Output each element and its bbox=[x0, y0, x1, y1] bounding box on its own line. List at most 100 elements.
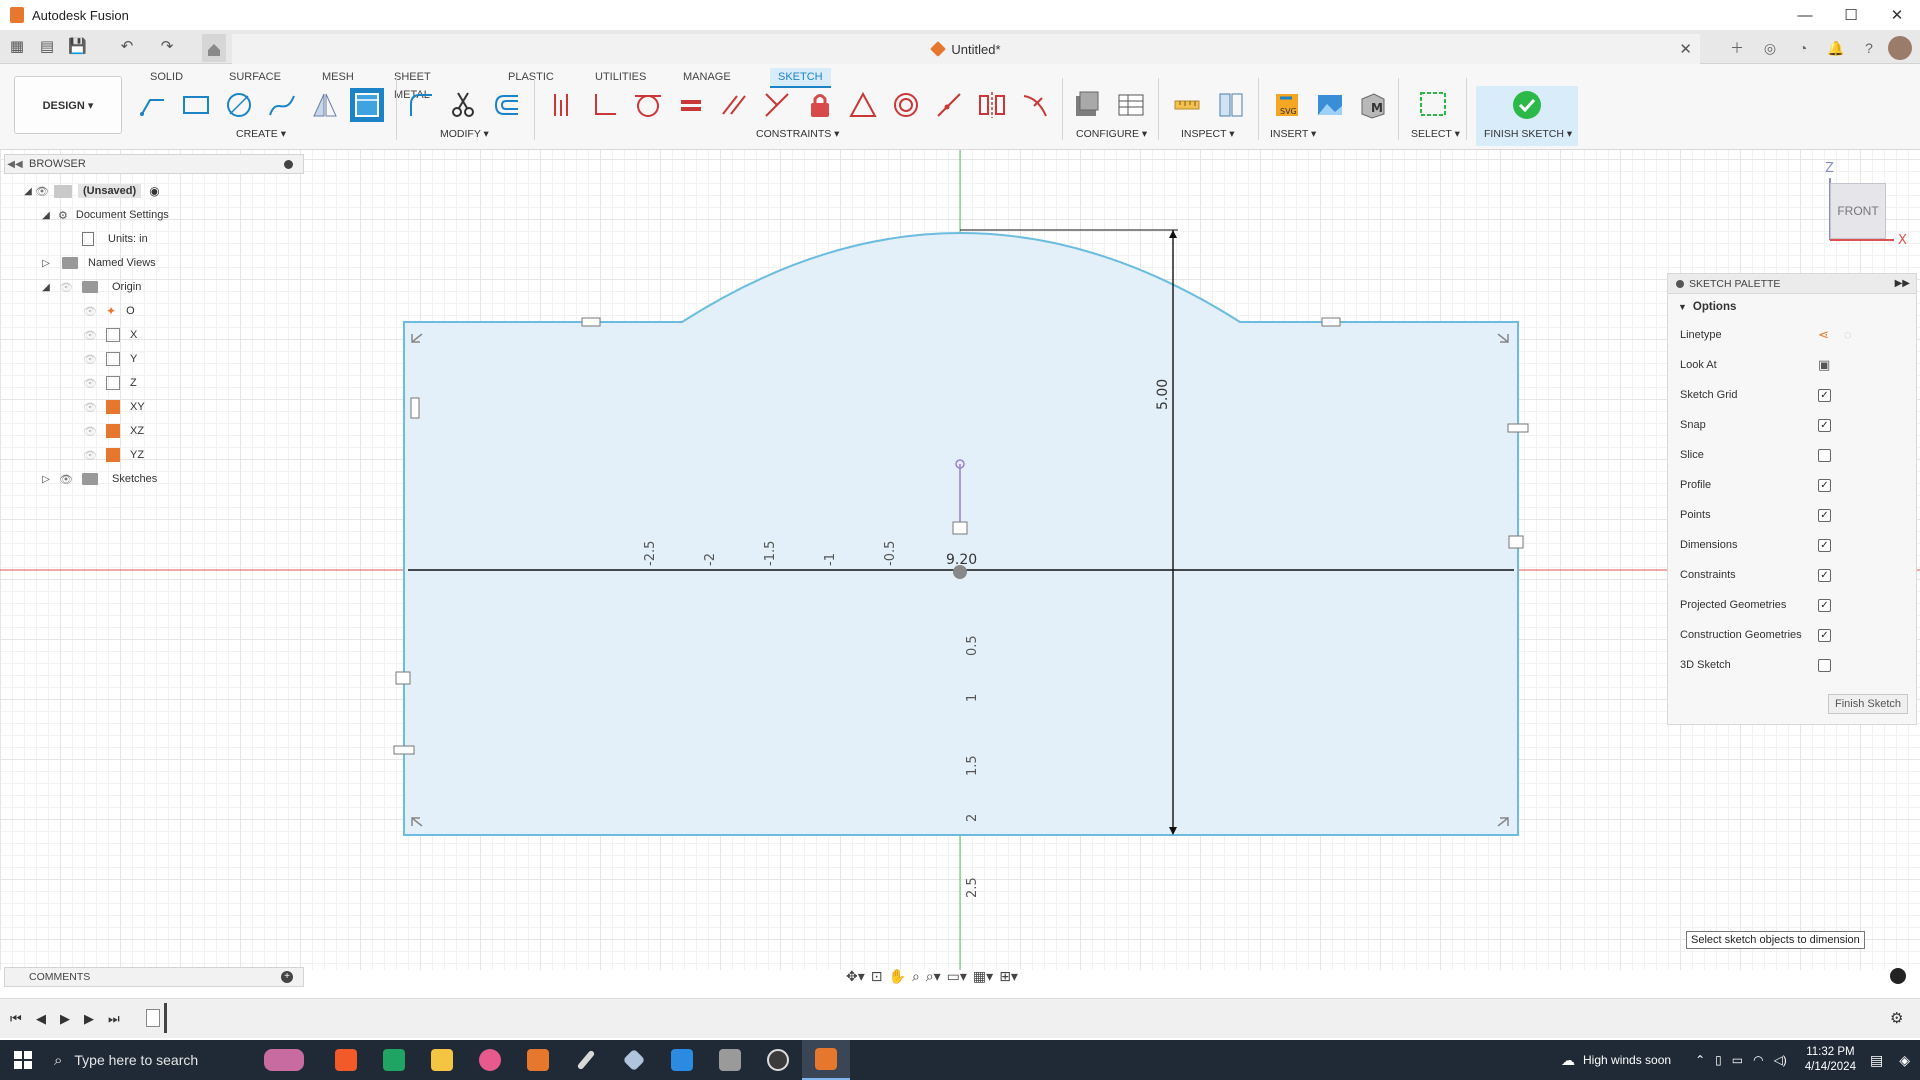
paint-app-icon[interactable] bbox=[466, 1040, 514, 1080]
browser-header[interactable]: ◀◀ BROWSER bbox=[4, 154, 304, 174]
insert-canvas-icon[interactable] bbox=[1313, 88, 1347, 122]
redo-icon[interactable]: ↷ bbox=[158, 38, 176, 56]
palette-row-snap[interactable]: Snap ✓ bbox=[1668, 410, 1916, 440]
taskbar-widget-icon[interactable] bbox=[246, 1040, 322, 1080]
tree-item-z-axis[interactable]: 👁 Z bbox=[82, 372, 137, 394]
pan-icon[interactable]: ✋ bbox=[889, 966, 906, 986]
configure-menu[interactable]: CONFIGURE ▾ bbox=[1076, 128, 1147, 140]
tab-surface[interactable]: SURFACE bbox=[229, 68, 281, 88]
zoom-icon[interactable]: ⌕ bbox=[912, 966, 920, 986]
activate-radio-icon[interactable]: ◉ bbox=[149, 184, 159, 198]
configuration-table-icon[interactable] bbox=[1114, 88, 1148, 122]
spline-tool-icon[interactable] bbox=[265, 88, 299, 122]
selection-box-icon[interactable] bbox=[1416, 88, 1450, 122]
palette-row-projected-geometries[interactable]: Projected Geometries ✓ bbox=[1668, 590, 1916, 620]
windows-start-icon[interactable] bbox=[0, 1040, 46, 1080]
tray-overflow-icon[interactable]: ⌃ bbox=[1695, 1053, 1705, 1067]
fusion-app-icon[interactable] bbox=[514, 1040, 562, 1080]
palette-row-sketch-grid[interactable]: Sketch Grid ✓ bbox=[1668, 380, 1916, 410]
collinear-constraint-icon[interactable] bbox=[932, 88, 966, 122]
fillet-tool-icon[interactable] bbox=[404, 88, 438, 122]
tree-item-origin-point[interactable]: 👁 ✦ O bbox=[82, 300, 135, 322]
tangent-constraint-icon[interactable] bbox=[631, 88, 665, 122]
origin-point[interactable] bbox=[953, 565, 967, 579]
parameters-tool-icon[interactable] bbox=[1070, 88, 1104, 122]
taskbar-search[interactable]: ⌕ Type here to search bbox=[46, 1040, 246, 1080]
mirror-tool-icon[interactable] bbox=[308, 88, 342, 122]
horizontal-constraint-glyph[interactable] bbox=[1507, 423, 1529, 433]
timeline-marker[interactable] bbox=[164, 1003, 167, 1033]
save-icon[interactable]: 💾 bbox=[68, 38, 87, 56]
parallel-constraint-icon[interactable] bbox=[717, 88, 751, 122]
points-checkbox[interactable]: ✓ bbox=[1818, 509, 1831, 522]
symmetry-constraint-icon[interactable] bbox=[975, 88, 1009, 122]
usb-icon[interactable]: ▯ bbox=[1715, 1053, 1722, 1067]
hidden-eye-icon[interactable]: 👁 bbox=[82, 353, 98, 366]
palette-pin-icon[interactable] bbox=[1676, 279, 1684, 288]
constraint-glyph[interactable] bbox=[395, 671, 411, 685]
3d-sketch-checkbox[interactable] bbox=[1818, 659, 1831, 672]
trim-tool-icon[interactable] bbox=[446, 88, 480, 122]
visibility-eye-icon[interactable]: 👁 bbox=[34, 185, 50, 198]
minimize-button[interactable]: — bbox=[1782, 0, 1828, 30]
apps-grid-icon[interactable]: ▦ bbox=[8, 38, 26, 56]
tab-sheet-metal[interactable]: SHEET METAL bbox=[394, 68, 430, 101]
fit-icon[interactable]: ⌕▾ bbox=[926, 966, 941, 986]
hidden-eye-icon[interactable]: 👁 bbox=[82, 401, 98, 414]
construction-geometries-checkbox[interactable]: ✓ bbox=[1818, 629, 1831, 642]
notifications-icon[interactable]: ▤ bbox=[1870, 1052, 1883, 1069]
vscode-icon[interactable] bbox=[658, 1040, 706, 1080]
create-menu[interactable]: CREATE ▾ bbox=[236, 128, 286, 140]
hidden-eye-icon[interactable]: 👁 bbox=[82, 377, 98, 390]
timeline-feature-icon[interactable] bbox=[146, 1009, 160, 1027]
close-button[interactable]: ✕ bbox=[1874, 0, 1920, 30]
wifi-icon[interactable]: ◠ bbox=[1753, 1053, 1763, 1067]
file-menu-icon[interactable]: ▤ bbox=[38, 38, 56, 56]
tree-root[interactable]: ◢ 👁 (Unsaved) ◉ bbox=[22, 180, 160, 202]
tab-sketch[interactable]: SKETCH bbox=[770, 68, 831, 88]
undo-icon[interactable]: ↶ bbox=[118, 38, 136, 56]
offset-tool-icon[interactable] bbox=[490, 88, 524, 122]
select-menu[interactable]: SELECT ▾ bbox=[1411, 128, 1460, 140]
project-tool-icon[interactable] bbox=[350, 88, 384, 122]
notifications-icon[interactable]: 🔔 bbox=[1822, 34, 1850, 62]
height-dimension-text[interactable]: 5.00 bbox=[1155, 379, 1171, 410]
look-at-icon[interactable]: ▣ bbox=[1818, 357, 1830, 373]
inspect-menu[interactable]: INSPECT ▾ bbox=[1181, 128, 1235, 140]
triangle-constraint-icon[interactable] bbox=[846, 88, 880, 122]
step-forward-icon[interactable]: ▶ bbox=[84, 1011, 94, 1027]
expand-triangle-icon[interactable]: ▷ bbox=[40, 258, 52, 269]
finish-sketch-button[interactable]: FINISH SKETCH ▾ bbox=[1484, 128, 1572, 140]
horizontal-constraint-glyph[interactable] bbox=[1321, 317, 1341, 327]
grid-settings-icon[interactable]: ▦▾ bbox=[973, 966, 993, 986]
section-analysis-icon[interactable] bbox=[1214, 88, 1248, 122]
document-tab[interactable]: Untitled* ✕ bbox=[232, 34, 1700, 64]
measure-tool-icon[interactable] bbox=[1170, 88, 1204, 122]
centerline-linetype-icon[interactable]: ◌ bbox=[1844, 327, 1852, 342]
curvature-constraint-icon[interactable] bbox=[1018, 88, 1052, 122]
expand-palette-icon[interactable]: ▶▶ bbox=[1895, 278, 1910, 289]
pen-tool-icon[interactable] bbox=[562, 1040, 610, 1080]
palette-row-construction-geometries[interactable]: Construction Geometries ✓ bbox=[1668, 620, 1916, 650]
brave-browser-icon[interactable] bbox=[322, 1040, 370, 1080]
go-to-end-icon[interactable]: ⏭ bbox=[108, 1011, 120, 1027]
insert-menu[interactable]: INSERT ▾ bbox=[1270, 128, 1316, 140]
clock[interactable]: 11:32 PM 4/14/2024 bbox=[1805, 1045, 1856, 1075]
browser-pin-icon[interactable] bbox=[284, 160, 293, 169]
constraints-menu[interactable]: CONSTRAINTS ▾ bbox=[756, 128, 839, 140]
insert-svg-icon[interactable]: SVG bbox=[1270, 88, 1304, 122]
tree-item-units[interactable]: Units: in bbox=[82, 228, 148, 250]
comments-panel[interactable]: COMMENTS + bbox=[4, 967, 304, 987]
profile-checkbox[interactable]: ✓ bbox=[1818, 479, 1831, 492]
palette-row-dimensions[interactable]: Dimensions ✓ bbox=[1668, 530, 1916, 560]
palette-finish-sketch-button[interactable]: Finish Sketch bbox=[1827, 694, 1908, 714]
look-at-view-icon[interactable]: ⊡ bbox=[871, 966, 883, 986]
orbit-icon[interactable]: ✥▾ bbox=[846, 966, 865, 986]
hidden-eye-icon[interactable]: 👁 bbox=[82, 305, 98, 318]
tab-manage[interactable]: MANAGE bbox=[683, 68, 731, 88]
step-back-icon[interactable]: ◀ bbox=[36, 1011, 46, 1027]
tree-item-xy-plane[interactable]: 👁 XY bbox=[82, 396, 145, 418]
spreadsheet-app-icon[interactable] bbox=[370, 1040, 418, 1080]
line-tool-icon[interactable] bbox=[136, 88, 170, 122]
obs-app-icon[interactable] bbox=[754, 1040, 802, 1080]
